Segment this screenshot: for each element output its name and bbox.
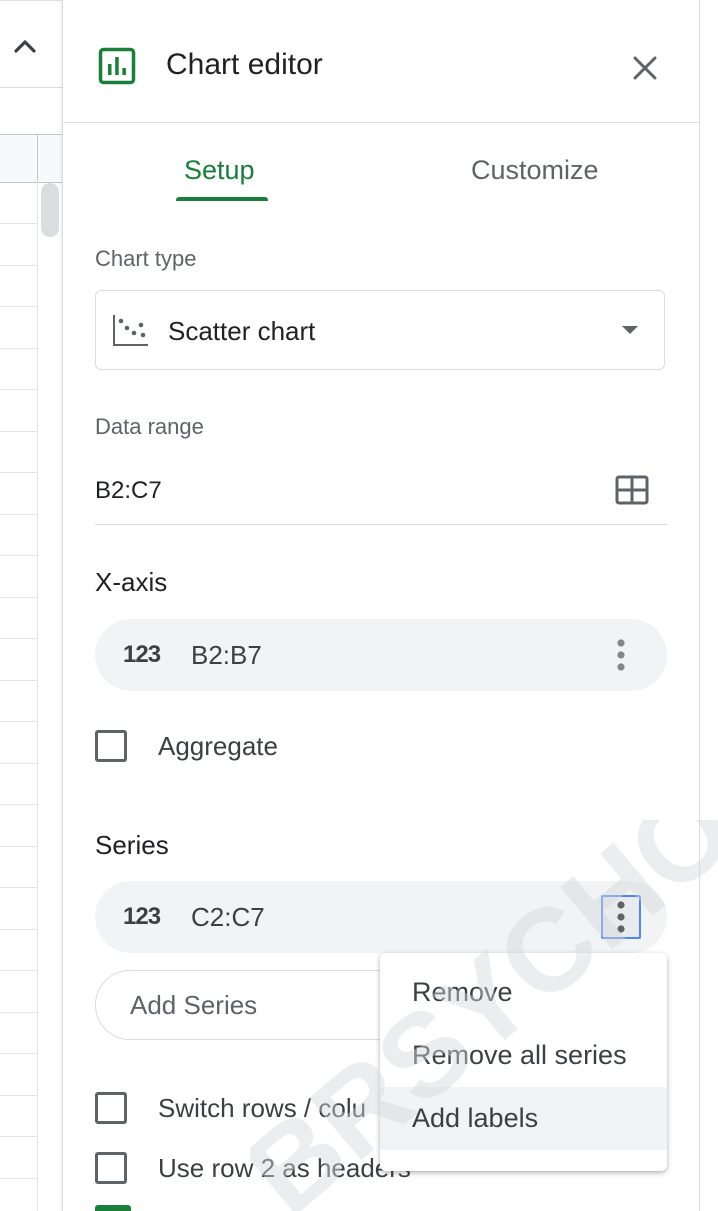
row-gridline bbox=[0, 887, 37, 888]
x-axis-heading: X-axis bbox=[95, 567, 168, 597]
checked-checkbox-partial[interactable] bbox=[95, 1205, 131, 1211]
series-context-menu: Remove Remove all series Add labels bbox=[380, 953, 667, 1171]
row-gridline bbox=[0, 514, 37, 515]
select-range-grid-icon[interactable] bbox=[615, 475, 649, 505]
row-gridline bbox=[0, 1053, 37, 1054]
row-gridline bbox=[0, 1012, 37, 1013]
row-gridline bbox=[0, 638, 37, 639]
menu-item-label: Remove bbox=[412, 977, 513, 1007]
add-series-label: Add Series bbox=[130, 990, 258, 1020]
row-gridline bbox=[0, 1136, 37, 1137]
row-gridline bbox=[0, 763, 37, 764]
series-more-button[interactable] bbox=[601, 895, 641, 939]
aggregate-checkbox[interactable] bbox=[95, 730, 127, 762]
active-tab-indicator bbox=[176, 197, 268, 201]
chart-type-label: Chart type bbox=[95, 246, 197, 271]
aggregate-label: Aggregate bbox=[158, 731, 278, 761]
switch-rows-checkbox-row[interactable]: Switch rows / colu bbox=[95, 1092, 395, 1132]
row-gridline bbox=[0, 804, 37, 805]
row-gridline bbox=[0, 846, 37, 847]
row-gridline bbox=[0, 472, 37, 473]
app-root: Chart editor Setup Customize Chart type bbox=[0, 0, 718, 1211]
row-gridline bbox=[0, 929, 37, 930]
data-range-value: B2:C7 bbox=[95, 477, 162, 504]
row-gridline bbox=[0, 223, 37, 224]
more-vert-icon bbox=[617, 901, 625, 933]
x-axis-more-button[interactable] bbox=[601, 633, 641, 677]
gridline bbox=[37, 181, 38, 1211]
row-gridline bbox=[0, 265, 37, 266]
close-icon bbox=[633, 56, 657, 80]
panel-title: Chart editor bbox=[166, 48, 323, 81]
aggregate-checkbox-row[interactable]: Aggregate bbox=[95, 730, 395, 770]
tab-customize[interactable]: Customize bbox=[471, 152, 599, 188]
menu-item-remove[interactable]: Remove bbox=[380, 961, 667, 1024]
row-gridline bbox=[0, 1095, 37, 1096]
use-headers-label: Use row 2 as headers bbox=[158, 1153, 411, 1183]
series-chip[interactable]: 123 C2:C7 bbox=[95, 881, 667, 953]
scatter-chart-icon bbox=[113, 315, 148, 346]
row-gridline bbox=[0, 555, 37, 556]
menu-item-label: Remove all series bbox=[412, 1040, 627, 1070]
row-gridline bbox=[0, 389, 37, 390]
row-gridline bbox=[0, 306, 37, 307]
row-gridline bbox=[0, 680, 37, 681]
series-heading: Series bbox=[95, 830, 169, 860]
close-button[interactable] bbox=[625, 48, 665, 88]
chart-icon bbox=[98, 47, 136, 85]
menu-item-label: Add labels bbox=[412, 1103, 539, 1133]
x-axis-chip[interactable]: 123 B2:B7 bbox=[95, 619, 667, 691]
row-gridline bbox=[0, 597, 37, 598]
numeric-type-icon: 123 bbox=[123, 641, 161, 668]
row-gridline bbox=[0, 348, 37, 349]
more-vert-icon bbox=[617, 639, 625, 671]
spreadsheet-edge bbox=[0, 0, 62, 1211]
editor-tabs: Setup Customize bbox=[63, 122, 699, 204]
panel-header: Chart editor bbox=[63, 0, 699, 123]
row-gridline bbox=[0, 970, 37, 971]
tab-setup[interactable]: Setup bbox=[184, 152, 255, 188]
row-gridline bbox=[0, 1178, 37, 1179]
vertical-scrollbar[interactable] bbox=[41, 183, 59, 237]
column-divider bbox=[37, 135, 38, 182]
chart-type-dropdown[interactable]: Scatter chart bbox=[95, 290, 665, 370]
sheet-toolbar bbox=[0, 1, 62, 88]
data-range-label: Data range bbox=[95, 414, 204, 439]
switch-rows-label: Switch rows / colu bbox=[158, 1093, 367, 1123]
caret-down-icon bbox=[622, 326, 638, 334]
data-range-input[interactable]: B2:C7 bbox=[95, 462, 667, 525]
chevron-up-icon[interactable] bbox=[10, 31, 40, 61]
use-headers-checkbox[interactable] bbox=[95, 1152, 127, 1184]
switch-rows-checkbox[interactable] bbox=[95, 1092, 127, 1124]
row-gridline bbox=[0, 721, 37, 722]
chart-type-value: Scatter chart bbox=[168, 316, 316, 346]
series-range: C2:C7 bbox=[191, 902, 265, 932]
numeric-type-icon: 123 bbox=[123, 903, 161, 930]
menu-item-remove-all-series[interactable]: Remove all series bbox=[380, 1024, 667, 1087]
menu-item-add-labels[interactable]: Add labels bbox=[380, 1087, 667, 1150]
row-gridline bbox=[0, 431, 37, 432]
column-header bbox=[0, 134, 62, 183]
x-axis-range: B2:B7 bbox=[191, 640, 262, 670]
